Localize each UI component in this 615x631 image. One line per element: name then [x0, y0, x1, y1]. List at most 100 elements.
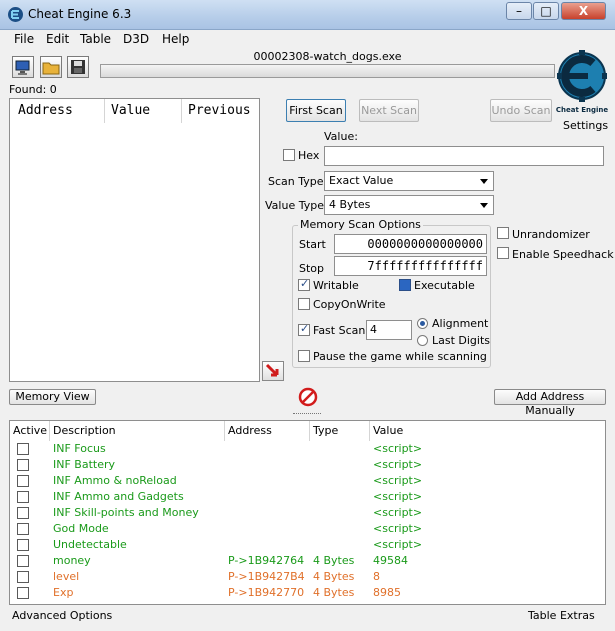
scan-value-input[interactable] — [324, 146, 604, 166]
row-active-checkbox[interactable] — [17, 587, 29, 599]
menu-edit[interactable]: Edit — [46, 32, 69, 46]
row-description: INF Battery — [53, 458, 116, 471]
row-address: P->1B9427B4 — [228, 570, 305, 583]
table-row[interactable]: INF Battery <script> — [10, 457, 605, 473]
alignment-radio[interactable] — [417, 318, 428, 329]
computer-icon — [15, 60, 30, 75]
add-to-list-button[interactable] — [262, 361, 284, 381]
results-list[interactable]: Address Value Previous — [9, 98, 260, 382]
row-active-checkbox[interactable] — [17, 443, 29, 455]
row-description: Exp — [53, 586, 74, 599]
save-file-button[interactable] — [67, 56, 89, 78]
row-value: <script> — [373, 490, 423, 503]
svg-text:Cheat Engine: Cheat Engine — [556, 106, 609, 114]
writable-checkbox[interactable] — [298, 277, 310, 291]
window-title: Cheat Engine 6.3 — [28, 7, 132, 21]
row-value: 49584 — [373, 554, 408, 567]
column-type[interactable]: Type — [310, 421, 370, 441]
table-row[interactable]: INF Ammo and Gadgets <script> — [10, 489, 605, 505]
row-value: <script> — [373, 474, 423, 487]
row-description: INF Ammo & noReload — [53, 474, 177, 487]
table-row[interactable]: INF Skill-points and Money <script> — [10, 505, 605, 521]
hex-checkbox[interactable] — [283, 149, 295, 161]
row-value: 8985 — [373, 586, 401, 599]
advanced-options-link[interactable]: Advanced Options — [12, 609, 112, 622]
save-disk-icon — [71, 60, 85, 74]
menu-help[interactable]: Help — [162, 32, 189, 46]
table-extras-link[interactable]: Table Extras — [528, 609, 595, 622]
table-row[interactable]: Exp P->1B942770 4 Bytes 8985 — [10, 585, 605, 601]
column-active[interactable]: Active — [10, 421, 50, 441]
column-value[interactable]: Value — [105, 99, 182, 123]
table-row[interactable]: level P->1B9427B4 4 Bytes 8 — [10, 569, 605, 585]
row-active-checkbox[interactable] — [17, 555, 29, 567]
pause-game-checkbox[interactable] — [298, 350, 310, 362]
cheat-engine-app-icon — [7, 6, 24, 23]
open-file-button[interactable] — [40, 56, 62, 78]
value-type-select[interactable]: 4 Bytes — [324, 195, 494, 215]
row-value: <script> — [373, 538, 423, 551]
fast-scan-label: Fast Scan — [313, 324, 366, 337]
row-active-checkbox[interactable] — [17, 475, 29, 487]
row-value: <script> — [373, 506, 423, 519]
last-digits-radio[interactable] — [417, 335, 428, 346]
hex-label: Hex — [298, 149, 320, 162]
value-type-label: Value Type — [265, 199, 324, 212]
red-arrow-icon — [265, 363, 279, 377]
table-row[interactable]: God Mode <script> — [10, 521, 605, 537]
row-active-checkbox[interactable] — [17, 523, 29, 535]
menu-d3d[interactable]: D3D — [123, 32, 149, 46]
row-value: <script> — [373, 522, 423, 535]
maximize-button[interactable]: □ — [533, 2, 559, 20]
menu-table[interactable]: Table — [80, 32, 111, 46]
table-row[interactable]: INF Ammo & noReload <script> — [10, 473, 605, 489]
minimize-button[interactable]: – — [506, 2, 532, 20]
table-row[interactable]: Undetectable <script> — [10, 537, 605, 553]
executable-label: Executable — [414, 279, 475, 292]
next-scan-button[interactable]: Next Scan — [359, 99, 419, 122]
close-button[interactable]: X — [561, 2, 606, 20]
row-active-checkbox[interactable] — [17, 571, 29, 583]
address-table[interactable]: Active Description Address Type Value IN… — [9, 420, 606, 605]
row-active-checkbox[interactable] — [17, 459, 29, 471]
column-value[interactable]: Value — [370, 421, 605, 441]
stop-button[interactable] — [298, 387, 320, 407]
row-description: money — [53, 554, 91, 567]
row-active-checkbox[interactable] — [17, 507, 29, 519]
add-address-manually-button[interactable]: Add Address Manually — [494, 389, 606, 417]
scan-type-select[interactable]: Exact Value — [324, 171, 494, 191]
memory-view-button[interactable]: Memory View — [9, 389, 96, 405]
splitter[interactable] — [0, 410, 615, 418]
row-description: level — [53, 570, 80, 583]
row-description: God Mode — [53, 522, 109, 535]
settings-link[interactable]: Settings — [563, 119, 608, 132]
column-previous[interactable]: Previous — [182, 99, 259, 123]
open-process-button[interactable] — [12, 56, 34, 78]
undo-scan-button[interactable]: Undo Scan — [490, 99, 552, 122]
row-value: 8 — [373, 570, 380, 583]
table-row[interactable]: INF Focus <script> — [10, 441, 605, 457]
menu-file[interactable]: File — [14, 32, 34, 46]
row-active-checkbox[interactable] — [17, 491, 29, 503]
copy-on-write-checkbox[interactable] — [298, 298, 310, 310]
cheat-engine-logo[interactable]: Cheat Engine — [555, 50, 609, 118]
row-active-checkbox[interactable] — [17, 539, 29, 551]
row-type: 4 Bytes — [313, 554, 355, 567]
fast-scan-checkbox[interactable] — [298, 322, 310, 336]
unrandomizer-checkbox[interactable] — [497, 227, 509, 239]
speedhack-checkbox[interactable] — [497, 247, 509, 259]
table-row[interactable]: money P->1B942764 4 Bytes 49584 — [10, 553, 605, 569]
last-digits-label: Last Digits — [432, 334, 491, 347]
start-address-input[interactable]: 0000000000000000 — [334, 234, 487, 254]
row-description: INF Focus — [53, 442, 106, 455]
pause-game-label: Pause the game while scanning — [313, 350, 487, 363]
first-scan-button[interactable]: First Scan — [286, 99, 346, 122]
column-address[interactable]: Address — [225, 421, 310, 441]
fast-scan-input[interactable]: 4 — [366, 320, 412, 340]
stop-address-input[interactable]: 7fffffffffffffff — [334, 256, 487, 276]
executable-checkbox[interactable] — [399, 279, 411, 291]
column-description[interactable]: Description — [50, 421, 225, 441]
column-address[interactable]: Address — [10, 99, 105, 123]
value-type-value: 4 Bytes — [329, 198, 371, 211]
alignment-label: Alignment — [432, 317, 489, 330]
